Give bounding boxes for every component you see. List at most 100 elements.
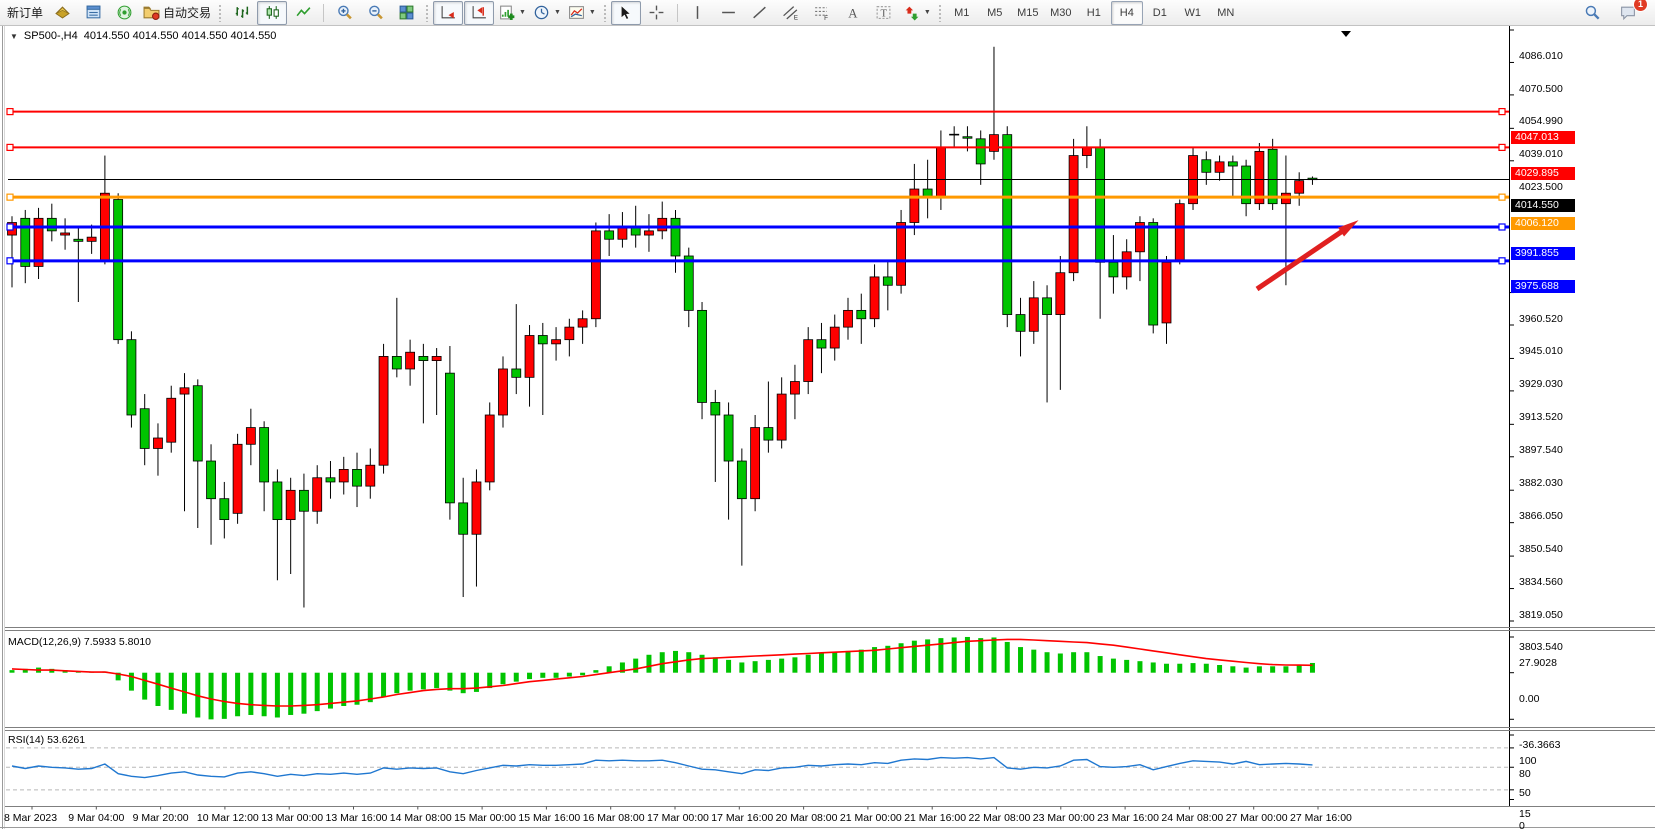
market-watch-icon (85, 4, 102, 21)
price-axis-tick: 4070.500 (1519, 83, 1563, 95)
candlestick-chart-icon[interactable] (257, 1, 287, 25)
new-order-button[interactable]: 新订单 (4, 1, 46, 25)
arrows-tool[interactable]: ▼ (900, 1, 934, 25)
price-axis-tick: 4054.990 (1519, 115, 1563, 127)
chart-quotes: 4014.550 4014.550 4014.550 4014.550 (84, 30, 277, 42)
price-line-label: 3991.855 (1511, 247, 1575, 260)
timeframe-mn[interactable]: MN (1210, 1, 1242, 25)
time-axis-label: 23 Mar 16:00 (1097, 812, 1159, 824)
rsi-axis-tick: 15 (1519, 808, 1531, 820)
notification-badge: 1 (1633, 0, 1648, 12)
cursor-icon[interactable] (611, 1, 641, 25)
horizontal-line-icon (720, 4, 737, 21)
auto-trading-label: 自动交易 (163, 4, 211, 21)
trendline-icon (751, 4, 768, 21)
arrows-icon (903, 4, 920, 21)
zoom-out-icon (367, 4, 384, 21)
chart-canvas[interactable] (0, 26, 1655, 829)
price-line-label: 4014.550 (1511, 199, 1575, 212)
timeframe-label: D1 (1147, 7, 1173, 19)
ticket-icon (54, 4, 71, 21)
line-chart-icon[interactable] (288, 1, 318, 25)
time-axis-label: 27 Mar 16:00 (1290, 812, 1352, 824)
macd-indicator-label: MACD(12,26,9) 7.5933 5.8010 (8, 636, 151, 648)
templates-button[interactable]: ▼ (565, 1, 599, 25)
timeframe-d1[interactable]: D1 (1144, 1, 1176, 25)
toolbar-separator (677, 4, 678, 22)
timeframe-label: M1 (949, 7, 975, 19)
time-axis-label: 9 Mar 04:00 (68, 812, 124, 824)
text-label-tool[interactable]: T (869, 1, 899, 25)
timeframe-m15[interactable]: M15 (1012, 1, 1044, 25)
notifications-button[interactable]: 1 (1613, 1, 1643, 25)
zoom-in-icon[interactable] (329, 1, 359, 25)
tile-windows-icon (398, 4, 415, 21)
timeframe-w1[interactable]: W1 (1177, 1, 1209, 25)
timeframe-label: M5 (982, 7, 1008, 19)
time-axis-label: 8 Mar 2023 (4, 812, 57, 824)
chevron-down-icon: ▼ (519, 9, 526, 16)
market-watch-icon[interactable] (78, 1, 108, 25)
price-line-label: 4029.895 (1511, 167, 1575, 180)
time-axis-label: 27 Mar 00:00 (1226, 812, 1288, 824)
trendline-tool[interactable] (745, 1, 775, 25)
bar-chart-icon[interactable] (226, 1, 256, 25)
timeframe-label: H4 (1114, 7, 1140, 19)
time-axis-label: 21 Mar 16:00 (904, 812, 966, 824)
time-axis-label: 14 Mar 08:00 (390, 812, 452, 824)
text-tool[interactable]: A (838, 1, 868, 25)
chart-shift-icon[interactable] (464, 1, 494, 25)
price-axis-tick: 3850.540 (1519, 543, 1563, 555)
signal-icon (116, 4, 133, 21)
chart-caret-icon[interactable]: ▼ (10, 32, 18, 41)
macd-axis-tick: 27.9028 (1519, 657, 1557, 669)
timeframe-m30[interactable]: M30 (1045, 1, 1077, 25)
timeframe-h1[interactable]: H1 (1078, 1, 1110, 25)
timeframe-h4[interactable]: H4 (1111, 1, 1143, 25)
timeframe-m1[interactable]: M1 (946, 1, 978, 25)
rsi-indicator-label: RSI(14) 53.6261 (8, 734, 85, 746)
chevron-down-icon: ▼ (554, 9, 561, 16)
toolbar-grip (938, 4, 942, 22)
cursor-icon (617, 4, 634, 21)
new-chart-button[interactable]: ▼ (495, 1, 529, 25)
crosshair-icon[interactable] (642, 1, 672, 25)
auto-trading-button[interactable]: 自动交易 (140, 1, 214, 25)
toolbar-grip (603, 4, 607, 22)
crosshair-icon (648, 4, 665, 21)
fibonacci-icon: F (813, 4, 830, 21)
equidistant-channel-tool[interactable]: E (776, 1, 806, 25)
price-axis-tick: 3866.050 (1519, 510, 1563, 522)
svg-text:F: F (825, 15, 829, 21)
horizontal-line-tool[interactable] (714, 1, 744, 25)
auto-scroll-icon[interactable] (433, 1, 463, 25)
tile-windows-icon[interactable] (391, 1, 421, 25)
time-axis-label: 15 Mar 16:00 (518, 812, 580, 824)
chart-window[interactable]: ▼ SP500-,H4 4014.550 4014.550 4014.550 4… (0, 26, 1655, 829)
price-axis-tick: 4023.500 (1519, 181, 1563, 193)
ticket-icon[interactable] (47, 1, 77, 25)
rsi-axis-tick: 0 (1519, 820, 1525, 829)
auto-scroll-icon (440, 4, 457, 21)
price-axis-tick: 3945.010 (1519, 345, 1563, 357)
vertical-line-tool[interactable] (683, 1, 713, 25)
price-axis-tick: 3803.540 (1519, 641, 1563, 653)
fibonacci-tool[interactable]: F (807, 1, 837, 25)
timeframe-label: W1 (1180, 7, 1206, 19)
chart-symbol-period: SP500-,H4 (24, 30, 78, 42)
chart-shift-icon (471, 4, 488, 21)
price-line-label: 4047.013 (1511, 131, 1575, 144)
time-axis-label: 13 Mar 16:00 (326, 812, 388, 824)
timeframe-label: M15 (1015, 7, 1041, 19)
price-axis-tick: 3834.560 (1519, 576, 1563, 588)
zoom-out-icon[interactable] (360, 1, 390, 25)
search-icon (1584, 4, 1601, 21)
time-axis-label: 23 Mar 00:00 (1033, 812, 1095, 824)
search-button[interactable] (1577, 1, 1607, 25)
timeframe-m5[interactable]: M5 (979, 1, 1011, 25)
price-axis-tick: 3960.520 (1519, 313, 1563, 325)
vertical-line-icon (689, 4, 706, 21)
time-axis-label: 13 Mar 00:00 (261, 812, 323, 824)
periods-button[interactable]: ▼ (530, 1, 564, 25)
signal-icon[interactable] (109, 1, 139, 25)
